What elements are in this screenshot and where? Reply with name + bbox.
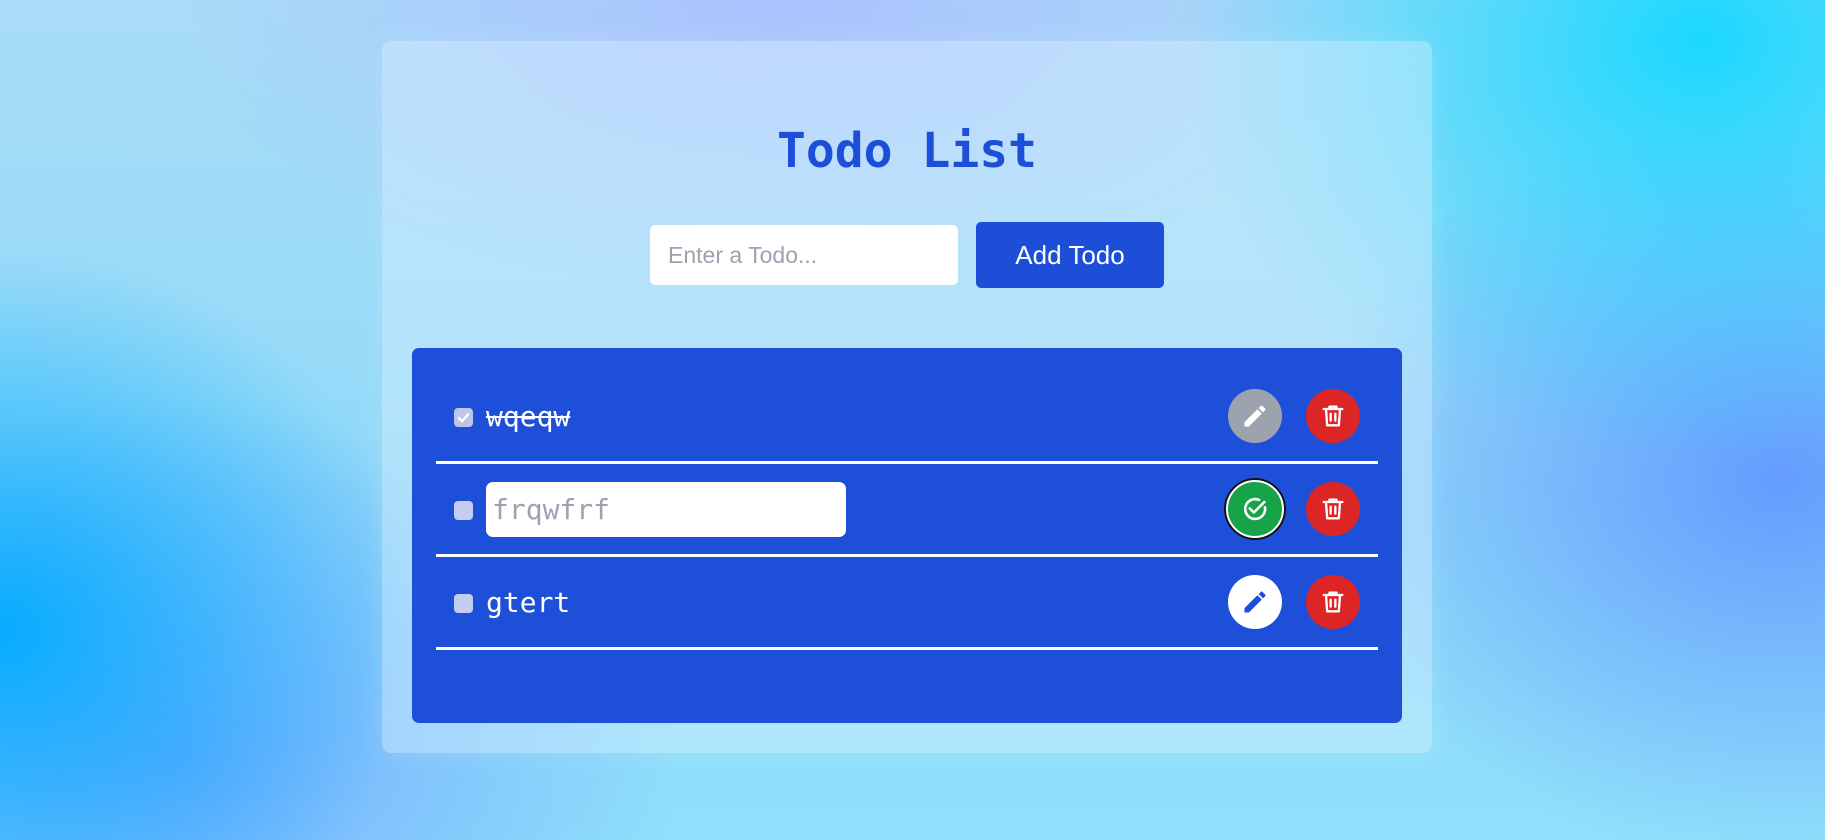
- todo-checkbox[interactable]: [454, 408, 473, 427]
- todo-edit-field[interactable]: [486, 482, 846, 537]
- trash-icon: [1322, 498, 1344, 520]
- todo-checkbox[interactable]: [454, 594, 473, 613]
- delete-button[interactable]: [1306, 575, 1360, 629]
- todo-item: wqeqw: [436, 371, 1378, 464]
- edit-button[interactable]: [1228, 575, 1282, 629]
- pencil-icon: [1244, 591, 1266, 613]
- page-title: Todo List: [776, 123, 1038, 179]
- todo-text: wqeqw: [486, 400, 571, 433]
- trash-icon: [1322, 405, 1344, 427]
- delete-button[interactable]: [1306, 482, 1360, 536]
- trash-icon: [1322, 591, 1344, 613]
- todo-checkbox[interactable]: [454, 501, 473, 520]
- todo-list: wqeqw frqwfrf gtert: [412, 348, 1402, 723]
- save-button[interactable]: [1226, 480, 1284, 538]
- todo-input[interactable]: [650, 225, 958, 285]
- todo-item: gtert: [436, 557, 1378, 650]
- edit-button[interactable]: [1228, 389, 1282, 443]
- add-todo-form: Add Todo: [650, 222, 1164, 288]
- pencil-icon: [1244, 405, 1266, 427]
- todo-card: Todo List Add Todo wqeqw: [382, 41, 1432, 753]
- todo-item: [436, 464, 1378, 557]
- todo-text: gtert: [486, 586, 571, 619]
- delete-button[interactable]: [1306, 389, 1360, 443]
- checkmark-icon: [457, 413, 470, 423]
- check-circle-icon: [1243, 497, 1267, 521]
- add-todo-button[interactable]: Add Todo: [976, 222, 1164, 288]
